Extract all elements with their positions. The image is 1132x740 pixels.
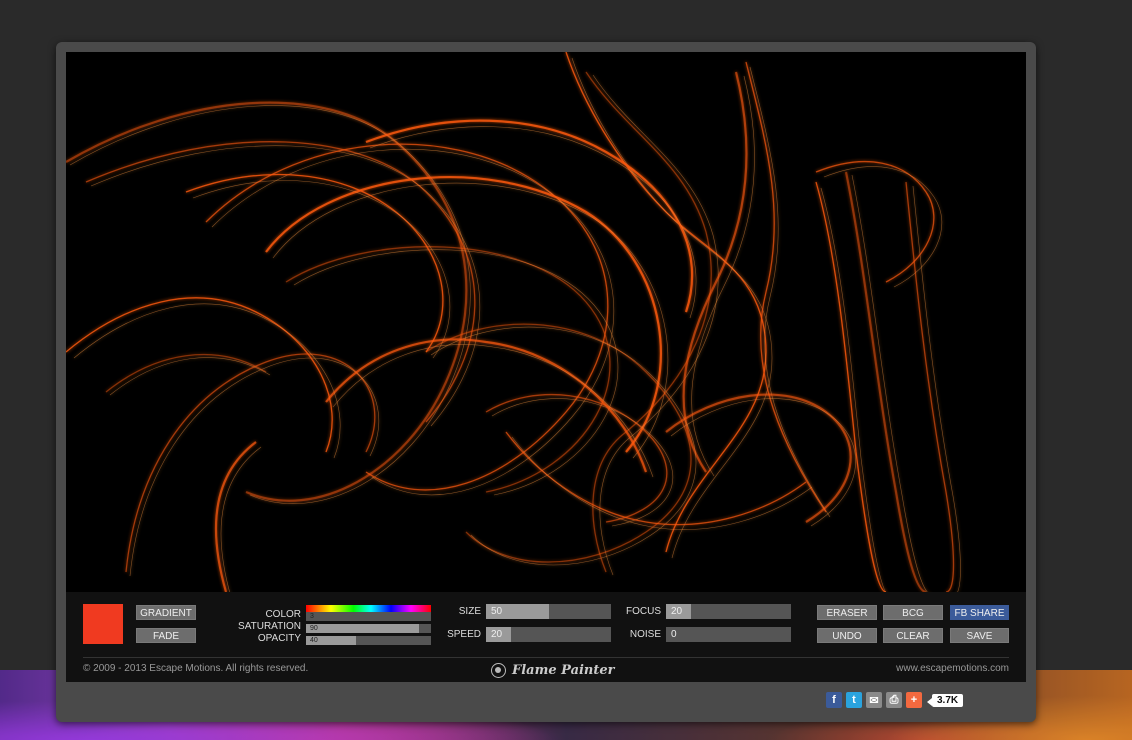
noise-label: NOISE: [629, 629, 661, 640]
website-link[interactable]: www.escapemotions.com: [896, 663, 1009, 674]
color-spectrum[interactable]: [306, 605, 431, 612]
gradient-button[interactable]: GRADIENT: [136, 605, 196, 620]
flame-highlight: [109, 357, 271, 396]
flame-stroke: [125, 353, 376, 573]
flame-highlight: [823, 166, 943, 288]
flame-highlight: [369, 126, 697, 319]
copyright-text: © 2009 - 2013 Escape Motions. All rights…: [83, 663, 309, 674]
flame-stroke: [815, 181, 887, 592]
facebook-icon[interactable]: f: [826, 692, 842, 708]
opacity-label: OPACITY: [257, 633, 301, 644]
opacity-slider[interactable]: 40: [306, 636, 431, 645]
flame-stroke: [66, 297, 333, 453]
size-label: SIZE: [458, 606, 481, 617]
speed-slider[interactable]: 20: [486, 627, 611, 642]
flame-highlight: [912, 185, 961, 592]
app-frame: GRADIENT FADE COLOR 3 SATURATION 90 OPAC…: [56, 42, 1036, 722]
share-count: 3.7K: [926, 693, 964, 707]
flame-stroke: [425, 323, 692, 563]
saturation-slider[interactable]: 90: [306, 624, 431, 633]
flame-highlight: [73, 303, 341, 459]
current-color-swatch[interactable]: [83, 604, 123, 644]
save-button[interactable]: SAVE: [950, 628, 1009, 643]
twitter-icon[interactable]: t: [846, 692, 862, 708]
fade-button[interactable]: FADE: [136, 628, 196, 643]
email-icon[interactable]: ✉: [866, 692, 882, 708]
share-bar: f t ✉ ⎙ + 3.7K: [826, 692, 964, 708]
color-hue-slider[interactable]: 3: [306, 612, 431, 621]
toolbar-divider: [83, 657, 1009, 658]
flame-highlight: [430, 326, 697, 566]
flame-stroke: [905, 181, 955, 592]
size-value: 50: [491, 606, 503, 617]
brand-logo[interactable]: Flame Painter: [491, 661, 615, 679]
flame-stroke: [745, 61, 827, 513]
noise-value: 0: [671, 629, 677, 640]
flame-highlight: [220, 446, 262, 592]
fb-share-button[interactable]: FB SHARE: [950, 605, 1009, 620]
noise-slider[interactable]: 0: [666, 627, 791, 642]
flame-artwork: [66, 52, 961, 592]
speed-label: SPEED: [447, 629, 481, 640]
size-slider[interactable]: 50: [486, 604, 611, 619]
color-label: COLOR: [265, 609, 301, 620]
saturation-value: 90: [310, 625, 318, 632]
flame-stroke: [66, 101, 468, 502]
toolbar: GRADIENT FADE COLOR 3 SATURATION 90 OPAC…: [66, 592, 1026, 682]
flame-highlight: [511, 436, 813, 530]
speed-value: 20: [491, 629, 503, 640]
saturation-label: SATURATION: [238, 621, 301, 632]
flame-stroke: [844, 171, 927, 592]
eraser-button[interactable]: ERASER: [817, 605, 877, 620]
undo-button[interactable]: UNDO: [817, 628, 877, 643]
brand-name: Flame Painter: [512, 662, 615, 678]
plus-icon[interactable]: +: [906, 692, 922, 708]
escape-motions-logo-icon: [491, 662, 506, 678]
opacity-value: 40: [310, 637, 318, 644]
focus-label: FOCUS: [626, 606, 661, 617]
clear-button[interactable]: CLEAR: [883, 628, 943, 643]
background-color-button[interactable]: BCG: [883, 605, 943, 620]
flame-stroke: [185, 173, 444, 353]
flame-stroke: [585, 71, 712, 573]
focus-value: 20: [671, 606, 683, 617]
flame-highlight: [571, 57, 773, 559]
color-hue-value: 3: [310, 613, 314, 620]
paint-canvas[interactable]: [66, 52, 1026, 592]
flame-highlight: [851, 174, 928, 592]
print-icon[interactable]: ⎙: [886, 692, 902, 708]
flame-highlight: [129, 357, 380, 577]
focus-slider[interactable]: 20: [666, 604, 791, 619]
flame-highlight: [491, 398, 673, 527]
flame-highlight: [90, 145, 481, 427]
saturation-slider-fill: [306, 624, 419, 633]
